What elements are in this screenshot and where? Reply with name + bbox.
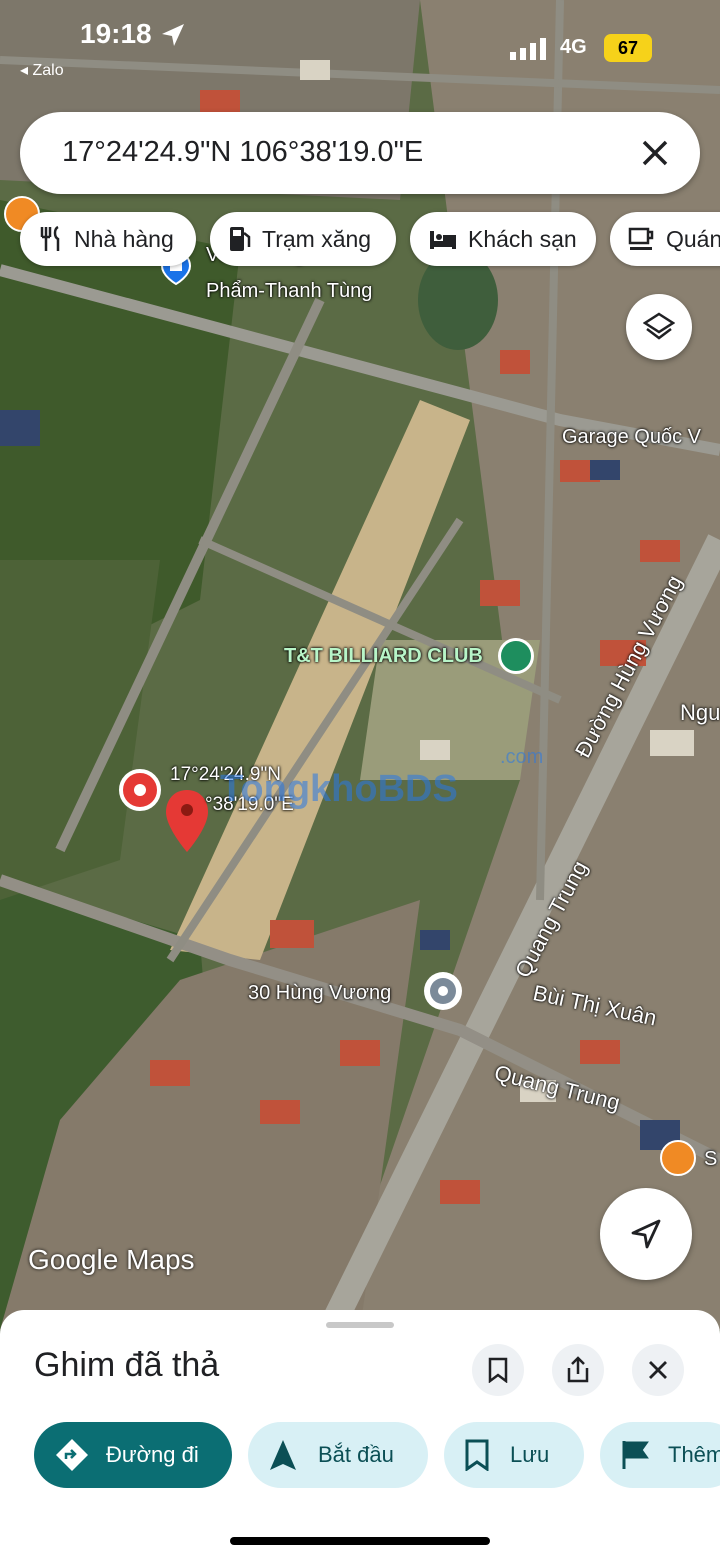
map-label-garage: Garage Quốc V: [562, 426, 701, 448]
back-to-app[interactable]: ◂ Zalo: [20, 60, 64, 80]
map-view[interactable]: Văn Phòng Phẩm-Thanh Tùng Garage Quốc V …: [0, 0, 720, 1330]
close-icon: [649, 1361, 667, 1379]
my-location-button[interactable]: [600, 1188, 692, 1280]
address-pin-icon[interactable]: [424, 972, 462, 1010]
close-sheet-button[interactable]: [632, 1344, 684, 1396]
more-button[interactable]: Thêm: [600, 1422, 720, 1488]
network-type: 4G: [560, 36, 587, 58]
map-label-shop: Phẩm-Thanh Tùng: [206, 280, 373, 302]
search-query[interactable]: 17°24'24.9"N 106°38'19.0"E: [62, 136, 423, 169]
coffee-cup-icon: [628, 227, 654, 250]
watermark-suffix: .com: [500, 746, 544, 768]
billiard-poi-icon[interactable]: [498, 638, 534, 674]
layers-button[interactable]: [626, 294, 692, 360]
flag-icon: [622, 1441, 649, 1469]
map-label-s: S: [704, 1148, 718, 1170]
map-label-ngu: Ngu: [680, 700, 720, 725]
status-bar: 19:18 ◂ Zalo 4G 67: [0, 0, 720, 110]
map-label-address: 30 Hùng Vương: [248, 982, 392, 1004]
sheet-title: Ghim đã thả: [34, 1346, 220, 1384]
share-button[interactable]: [552, 1344, 604, 1396]
chip-label: Trạm xăng: [262, 225, 372, 252]
save-label: Lưu: [510, 1442, 550, 1467]
chip-label: Nhà hàng: [74, 225, 174, 252]
map-label-billiard: T&T BILLIARD CLUB: [284, 645, 483, 667]
directions-label: Đường đi: [106, 1442, 199, 1467]
chip-hotels[interactable]: Khách sạn: [410, 212, 596, 266]
chip-label: Khách sạn: [468, 225, 577, 252]
chip-cafes[interactable]: Quán: [610, 212, 720, 266]
home-indicator[interactable]: [230, 1537, 490, 1545]
start-button[interactable]: Bắt đầu: [248, 1422, 428, 1488]
start-label: Bắt đầu: [318, 1442, 394, 1467]
navigation-icon: [270, 1440, 296, 1470]
watermark-logo: TongkhoBDS: [220, 768, 458, 810]
layers-icon: [643, 312, 675, 340]
save-button[interactable]: Lưu: [444, 1422, 584, 1488]
directions-button[interactable]: Đường đi: [34, 1422, 232, 1488]
close-icon[interactable]: [636, 134, 674, 172]
bookmark-icon: [465, 1439, 489, 1471]
fork-knife-icon: [40, 225, 60, 251]
place-sheet: Ghim đã thả Đường đi Bắt đầu Lưu Thêm: [0, 1310, 720, 1560]
location-arrow-icon: [162, 24, 184, 46]
google-maps-logo: Google Maps: [28, 1244, 195, 1275]
gas-pump-icon: [230, 227, 251, 251]
signal-icon: [510, 38, 546, 60]
chip-restaurants[interactable]: Nhà hàng: [20, 212, 196, 266]
battery-level: 67: [604, 34, 652, 62]
bookmark-button[interactable]: [472, 1344, 524, 1396]
status-time: 19:18: [80, 18, 152, 49]
bed-icon: [430, 231, 456, 249]
directions-icon: [56, 1439, 88, 1471]
share-icon: [567, 1356, 589, 1383]
bookmark-icon: [488, 1357, 508, 1383]
search-bar[interactable]: 17°24'24.9"N 106°38'19.0"E: [20, 112, 700, 194]
sheet-drag-handle[interactable]: [326, 1322, 394, 1328]
chip-gas-stations[interactable]: Trạm xăng: [210, 212, 396, 266]
chip-label: Quán: [666, 225, 720, 252]
more-label: Thêm: [668, 1442, 720, 1467]
navigation-arrow-icon: [631, 1219, 661, 1249]
cafe-poi-icon[interactable]: [660, 1140, 696, 1176]
